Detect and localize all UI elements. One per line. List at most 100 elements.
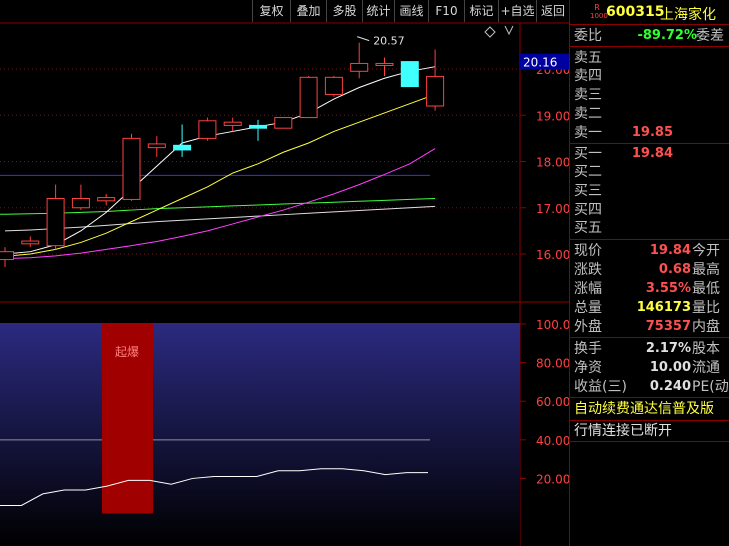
sell-3-label: 卖三 [574,87,602,103]
wei-bi-row: 委比 -89.72% 委差 [574,27,729,45]
subscription-notice[interactable]: 自动续费通达信普及版 [574,400,729,418]
stat-value: 10.00 [649,360,691,375]
stat-price-row: 现价 19.84 今开 [574,242,729,260]
stat-label-2: 股本 [692,341,720,357]
buy-3-row: 买三 [574,182,729,200]
stat-label: 涨跌 [574,262,602,278]
f10-button[interactable]: F10 [428,0,464,22]
sell-4-row: 卖四 [574,67,729,85]
candle-body-down [249,124,267,129]
stat-label-2: PE(动 [692,379,729,395]
indicator-tick-label: 100.00 [536,318,569,332]
stat-label-2: 最低 [692,281,720,297]
candle-body-up [274,117,293,129]
stock-chart-app: 20.00 19.00 18.00 17.00 16.00 20.16 20.57 100.0… [0,0,729,546]
stat-label: 收益(三) [574,379,627,395]
current-price-label: 20.16 [523,56,557,70]
stat-value: 75357 [645,319,691,334]
stat-label: 现价 [574,243,602,259]
buy-1-label: 买一 [574,146,602,162]
stat-label: 外盘 [574,319,602,335]
stat-label: 净资 [574,360,602,376]
stat-value: 0.240 [649,379,691,394]
kline-chart[interactable]: 20.00 19.00 18.00 17.00 16.00 20.16 20.57 100.0… [0,0,569,546]
quote-panel: R 1000 600315 上海家化 委比 -89.72% 委差 卖五 卖四 卖… [569,0,729,546]
add-watchlist-button[interactable]: +自选 [498,0,536,22]
candle-body-up [223,121,242,126]
indicator-tick-label: 60.00 [536,395,569,409]
buy-5-row: 买五 [574,219,729,237]
stat-outer-row: 外盘 75357 内盘 [574,318,729,336]
candle-body-up [147,143,166,149]
stat-value: 19.84 [649,243,691,258]
candle-body-up [198,120,217,139]
buy-5-label: 买五 [574,220,602,236]
high-marker [357,36,370,42]
connection-status: 行情连接已断开 [574,423,672,439]
stat-label-2: 流通 [692,360,720,376]
statistics-button[interactable]: 统计 [362,0,394,22]
indicator-tick-label: 20.00 [536,472,569,486]
high-label: 20.57 [373,35,405,48]
buy-4-label: 买四 [574,202,602,218]
price-tick-label: 16.00 [536,248,569,262]
candle-body-up [71,198,90,209]
sell-5-label: 卖五 [574,50,602,66]
divider [570,239,729,240]
draw-line-button[interactable]: 画线 [394,0,428,22]
stat-volume-row: 总量 146173 量比 [574,299,729,317]
buy-1-price: 19.84 [631,146,673,161]
stat-value: 2.17% [645,341,691,356]
multi-stock-button[interactable]: 多股 [326,0,362,22]
price-tick-label: 18.00 [536,156,569,170]
stat-eps-row: 收益(三) 0.240 PE(动 [574,378,729,396]
diamond-icon [484,26,496,38]
signal-label: 起爆 [115,345,139,359]
wei-bi-label: 委比 [574,28,602,44]
restore-rights-button[interactable]: 复权 [252,0,290,22]
sell-1-price: 19.85 [631,125,673,140]
price-tick-label: 17.00 [536,202,569,216]
sell-1-row: 卖一 19.85 [574,124,729,142]
overlay-button[interactable]: 叠加 [290,0,326,22]
chart-toolbar: 复权 叠加 多股 统计 画线 F10 标记 +自选 返回 [0,0,569,22]
chart-canvas[interactable]: 20.00 19.00 18.00 17.00 16.00 20.16 20.57 100.0… [0,0,569,546]
candle-body-up [375,62,394,66]
indicator-tick-label: 40.00 [536,434,569,448]
back-button[interactable]: 返回 [536,0,569,22]
sell-2-label: 卖二 [574,106,602,122]
wei-bi-value: -89.72% [637,28,697,43]
buy-1-row: 买一 19.84 [574,145,729,163]
stat-label-2: 内盘 [692,319,720,335]
candle-body-up [46,198,65,247]
stat-netasset-row: 净资 10.00 流通 [574,359,729,377]
divider [570,420,729,421]
indicator-background [0,323,520,546]
stat-label: 总量 [574,300,602,316]
badge-top: R [594,3,600,12]
stat-value: 3.55% [645,281,691,296]
sell-2-row: 卖二 [574,105,729,123]
sell-1-label: 卖一 [574,125,602,141]
wei-cha-label: 委差 [696,28,724,44]
stat-pct-row: 涨幅 3.55% 最低 [574,280,729,298]
candle-body-up [324,76,343,95]
ma5-line [4,66,436,255]
stock-name: 上海家化 [660,7,716,23]
buy-4-row: 买四 [574,201,729,219]
stat-label: 换手 [574,341,602,357]
candle-body-up [350,62,369,72]
indicator-tick-label: 80.00 [536,357,569,371]
badge-bottom: 1000 [590,12,608,20]
buy-2-label: 买二 [574,164,602,180]
divider [570,441,729,442]
candle-body-up [21,240,40,245]
sell-3-row: 卖三 [574,86,729,104]
divider [570,143,729,144]
stat-change-row: 涨跌 0.68 最高 [574,261,729,279]
ma20-line [4,148,436,260]
mark-button[interactable]: 标记 [464,0,498,22]
stat-label-2: 量比 [692,300,720,316]
price-tick-label: 19.00 [536,109,569,123]
divider [570,397,729,398]
